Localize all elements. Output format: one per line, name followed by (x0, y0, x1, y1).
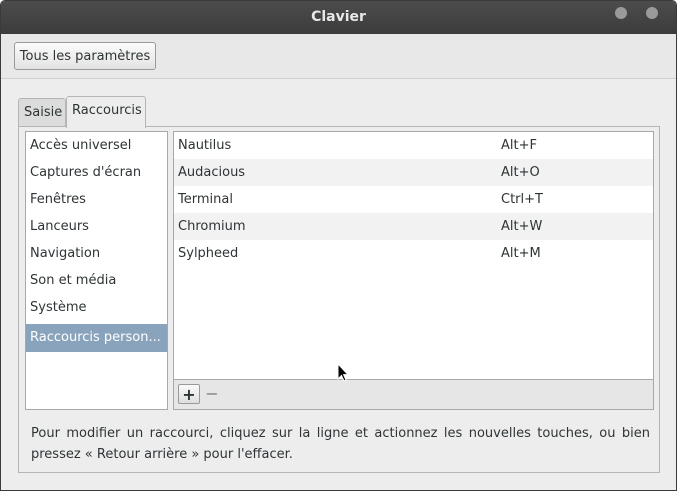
shortcut-key: Alt+F (501, 138, 537, 153)
category-item[interactable]: Son et média (26, 267, 167, 294)
tab-raccourcis[interactable]: Raccourcis (66, 96, 146, 128)
all-settings-button[interactable]: Tous les paramètres (14, 42, 156, 70)
shortcut-row[interactable]: Audacious Alt+O (174, 159, 653, 186)
shortcut-row[interactable]: Nautilus Alt+F (174, 132, 653, 159)
shortcut-name: Chromium (178, 219, 246, 234)
shortcut-key: Alt+W (501, 219, 543, 234)
shortcut-name: Audacious (178, 165, 246, 180)
shortcut-key: Ctrl+T (501, 192, 543, 207)
category-item-selected[interactable]: Raccourcis person... (26, 324, 167, 352)
shortcuts-panel: Accès universel Captures d'écran Fenêtre… (18, 126, 660, 473)
title-bar[interactable]: Clavier (1, 1, 676, 34)
category-item[interactable]: Navigation (26, 240, 167, 267)
category-item[interactable]: Système (26, 294, 167, 321)
help-text: Pour modifier un raccourci, cliquez sur … (31, 426, 650, 462)
shortcut-key: Alt+M (501, 246, 541, 261)
shortcut-row[interactable]: Sylpheed Alt+M (174, 240, 653, 267)
close-button[interactable] (646, 7, 658, 19)
category-item[interactable]: Accès universel (26, 132, 167, 159)
category-list: Accès universel Captures d'écran Fenêtre… (25, 131, 168, 410)
toolbar: Tous les paramètres (1, 34, 676, 79)
remove-shortcut-button[interactable]: − (201, 384, 223, 404)
shortcut-name: Sylpheed (178, 246, 239, 261)
category-item[interactable]: Captures d'écran (26, 159, 167, 186)
keyboard-window: Clavier Tous les paramètres Saisie Racco… (0, 0, 677, 491)
mouse-cursor-icon (337, 363, 349, 382)
category-item[interactable]: Lanceurs (26, 213, 167, 240)
shortcut-toolbar: + − (174, 379, 653, 409)
minimize-button[interactable] (615, 7, 627, 19)
add-shortcut-button[interactable]: + (178, 384, 200, 404)
shortcut-list: Nautilus Alt+F Audacious Alt+O Terminal … (173, 131, 654, 410)
shortcut-key: Alt+O (501, 165, 540, 180)
window-title: Clavier (311, 9, 366, 25)
shortcut-name: Terminal (178, 192, 233, 207)
tab-saisie[interactable]: Saisie (18, 98, 66, 127)
shortcut-row[interactable]: Terminal Ctrl+T (174, 186, 653, 213)
category-item[interactable]: Fenêtres (26, 186, 167, 213)
window-content: Tous les paramètres Saisie Raccourcis Ac… (1, 34, 676, 490)
shortcut-row[interactable]: Chromium Alt+W (174, 213, 653, 240)
shortcut-name: Nautilus (178, 138, 232, 153)
